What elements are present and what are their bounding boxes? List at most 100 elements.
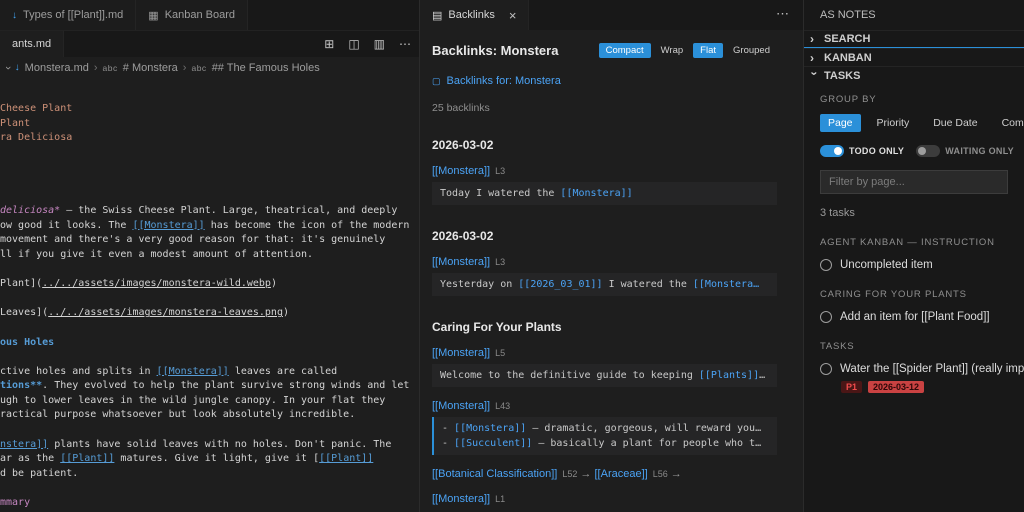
breadcrumb-file[interactable]: Monstera.md <box>25 62 89 74</box>
code-text: I watered the <box>602 279 693 290</box>
layout-grid-icon[interactable]: ⊞ <box>324 37 334 51</box>
more-actions-icon[interactable]: ⋯ <box>399 37 411 51</box>
task-item[interactable]: Add an item for [[Plant Food]] <box>820 311 1024 323</box>
sidebar-section-tasks[interactable]: › TASKS <box>804 66 1024 84</box>
group-by-completion-date[interactable]: Completion Date <box>994 114 1024 132</box>
editor-tabbar-bottom: ants.md ⊞ ◫ ▥ ⋯ <box>0 30 419 57</box>
view-button-wrap[interactable]: Wrap <box>654 43 691 58</box>
view-button-compact[interactable]: Compact <box>598 43 651 58</box>
task-groups: AGENT KANBAN — INSTRUCTION Uncompleted it… <box>820 237 1024 393</box>
editor-tab[interactable]: ↓ Types of [[Plant]].md <box>0 0 137 30</box>
code-text: — basically a plant for people who t… <box>532 438 762 449</box>
code-text: movement and there's a very good reason … <box>0 234 386 246</box>
wiki-link[interactable]: [[Monstera]] <box>432 347 490 359</box>
code-text: ra Deliciosa <box>0 132 73 144</box>
wiki-link[interactable]: nstera]] <box>0 439 48 450</box>
view-button-flat[interactable]: Flat <box>693 43 724 58</box>
wiki-link[interactable]: [[Monstera… <box>693 279 759 290</box>
wiki-link[interactable]: [[Botanical Classification]] <box>432 468 557 480</box>
sidebar-section-search[interactable]: › SEARCH <box>804 30 1024 48</box>
code-snippet[interactable]: - [[Monstera]] — dramatic, gorgeous, wil… <box>432 417 777 455</box>
sidebar-section-kanban[interactable]: › KANBAN <box>804 48 1024 66</box>
task-checkbox[interactable] <box>820 259 832 271</box>
markdown-icon: ↓ <box>12 9 17 21</box>
wiki-link[interactable]: [[Plant]] <box>60 453 114 464</box>
wiki-link[interactable]: [[Plants]] <box>699 370 759 381</box>
editor-line: tions**. They evolved to help the plant … <box>0 379 419 394</box>
code-text: ll if you give it even a modest amount o… <box>0 248 314 260</box>
line-number: L43 <box>495 401 511 411</box>
code-line: Yesterday on [[2026_03_01]] I watered th… <box>440 277 769 292</box>
code-text: — dramatic, gorgeous, will reward you… <box>526 423 762 434</box>
backlinks-for-link[interactable]: ▢ Backlinks for: Monstera <box>432 75 777 87</box>
wiki-link[interactable]: [[Monstera]] <box>432 256 490 268</box>
priority-badge: P1 <box>841 381 863 393</box>
close-icon[interactable]: × <box>509 8 517 23</box>
code-line: - [[Monstera]] — dramatic, gorgeous, wil… <box>442 421 769 436</box>
toggle-waiting-only[interactable]: WAITING ONLY <box>916 145 1014 157</box>
backlink-item[interactable]: [[Monstera]] L43 <box>432 400 777 412</box>
wiki-link[interactable]: [[Monstera]] <box>157 366 229 377</box>
code-snippet[interactable]: Yesterday on [[2026_03_01]] I watered th… <box>432 273 777 296</box>
toggle-panel-icon[interactable]: ▥ <box>374 37 385 51</box>
breadcrumb-heading-1[interactable]: # Monstera <box>123 62 178 74</box>
tasks-section-body: GROUP BY Page Priority Due Date Completion … <box>804 84 1024 512</box>
code-text: - <box>442 438 455 449</box>
task-item[interactable]: Uncompleted item <box>820 259 1024 271</box>
code-text: … <box>759 370 766 381</box>
code-snippet[interactable]: Welcome to the definitive guide to keepi… <box>432 364 777 387</box>
wiki-link[interactable]: [[Monstera]] <box>432 400 490 412</box>
group-by-due-date[interactable]: Due Date <box>925 114 985 132</box>
toggle-todo-only[interactable]: TODO ONLY <box>820 145 904 157</box>
view-button-grouped[interactable]: Grouped <box>726 43 777 58</box>
toggle-switch[interactable] <box>916 145 941 157</box>
backlink-item[interactable]: [[Monstera]] L3 <box>432 165 777 177</box>
more-actions-icon[interactable]: ⋯ <box>776 6 789 22</box>
toggle-switch[interactable] <box>820 145 844 157</box>
editor-line: ugh to lower leaves in the wild jungle c… <box>0 394 419 409</box>
wiki-link[interactable]: [[Monstera]] <box>454 423 526 434</box>
backlink-group-header: Caring For Your Plants <box>432 320 562 334</box>
chevron-down-icon[interactable]: › <box>2 66 14 70</box>
task-item[interactable]: Water the [[Spider Plant]] (really impor… <box>820 363 1024 375</box>
wiki-link[interactable]: [[Succulent]] <box>454 438 532 449</box>
backlink-item[interactable]: [[Monstera]] L3 <box>432 256 777 268</box>
editor-tabbar-top: ↓ Types of [[Plant]].md ▦ Kanban Board <box>0 0 419 30</box>
task-checkbox[interactable] <box>820 363 832 375</box>
backlink-item[interactable]: [[Monstera]] L1 <box>432 493 777 505</box>
markdown-file-icon: ↓ <box>14 62 20 73</box>
code-text: ar as the <box>0 453 61 465</box>
line-number: L1 <box>495 494 506 504</box>
code-text: has become the icon of the modern <box>204 219 410 231</box>
code-text: Plant <box>0 117 31 129</box>
wiki-link[interactable]: [[2026_03_01]] <box>518 279 602 290</box>
group-by-page[interactable]: Page <box>820 114 861 132</box>
code-text: Plant]( <box>0 278 43 290</box>
editor-line: Plant <box>0 117 419 132</box>
task-label: Add an item for [[Plant Food]] <box>840 311 990 323</box>
line-number: L56 <box>652 469 668 479</box>
breadcrumb[interactable]: › ↓ Monstera.md › abc # Monstera › abc #… <box>0 57 419 78</box>
backlinks-for-label: Backlinks for: Monstera <box>446 75 561 87</box>
editor-line: ow good it looks. The [[Monstera]] has b… <box>0 219 419 234</box>
wiki-link[interactable]: [[Monstera]] <box>432 165 490 177</box>
backlink-item[interactable]: [[Botanical Classification]] L52 → [[Arac… <box>432 468 777 480</box>
wiki-link[interactable]: [[Araceae]] <box>595 468 648 480</box>
group-by-priority[interactable]: Priority <box>869 114 918 132</box>
wiki-link[interactable]: [[Monstera]] <box>560 188 632 199</box>
split-editor-icon[interactable]: ◫ <box>348 37 359 51</box>
backlink-item[interactable]: [[Monstera]] L5 <box>432 347 777 359</box>
wiki-link[interactable]: [[Monstera]] <box>432 493 490 505</box>
editor-content[interactable]: Cheese Plant Plant ra Deliciosa deliciosa*… <box>0 78 419 512</box>
wiki-link[interactable]: [[Plant]] <box>319 453 373 464</box>
filter-input[interactable] <box>820 170 1008 194</box>
breadcrumb-heading-2[interactable]: ## The Famous Holes <box>212 62 320 74</box>
tab-backlinks[interactable]: ▤ Backlinks × <box>420 0 530 30</box>
wiki-link[interactable]: [[Monstera]] <box>132 220 204 231</box>
editor-tab[interactable]: ▦ Kanban Board <box>136 0 249 30</box>
code-snippet[interactable]: Today I watered the [[Monstera]] <box>432 182 777 205</box>
task-checkbox[interactable] <box>820 311 832 323</box>
editor-tab-active[interactable]: ants.md <box>0 31 65 57</box>
